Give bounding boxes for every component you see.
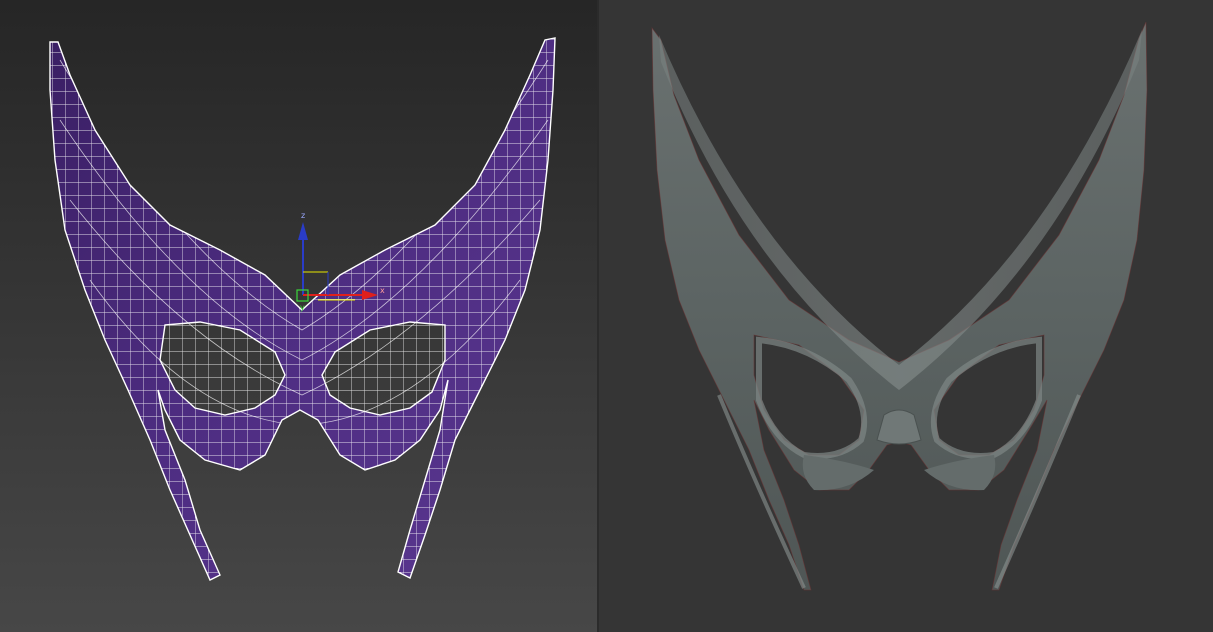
gizmo-z-label: z xyxy=(301,211,305,220)
app-window: z x y xyxy=(0,0,1213,632)
wireframe-canvas[interactable]: z x y xyxy=(0,0,597,632)
sculpt-canvas[interactable] xyxy=(599,0,1213,632)
mask-wireframe-mesh[interactable] xyxy=(0,0,597,632)
mask-sculpt-mesh[interactable] xyxy=(651,21,1148,591)
gizmo-y-label: y xyxy=(300,303,305,312)
left-viewport[interactable]: z x y xyxy=(0,0,597,632)
gizmo-x-label: x xyxy=(380,286,385,295)
right-viewport[interactable] xyxy=(599,0,1213,632)
gizmo-z-arrow-icon[interactable] xyxy=(298,222,308,240)
